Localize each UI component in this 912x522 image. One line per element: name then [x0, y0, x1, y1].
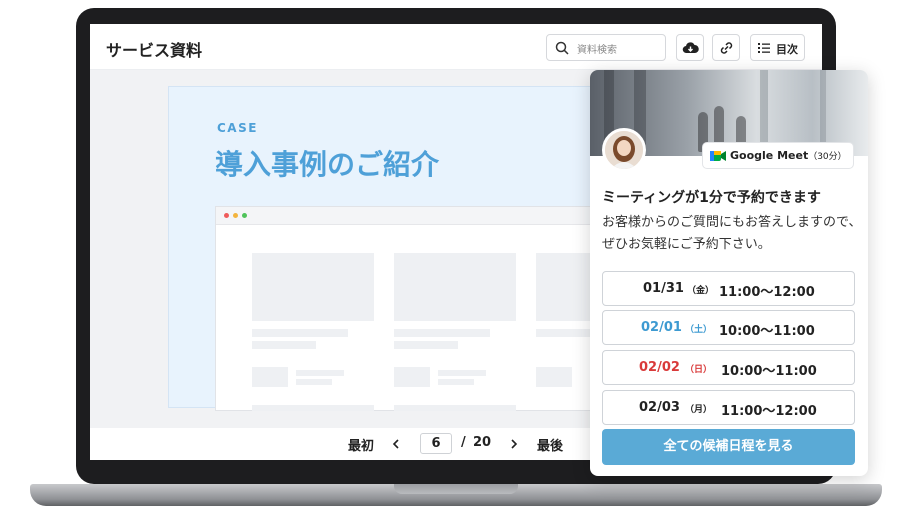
- booking-title: ミーティングが1分で予約できます: [602, 190, 821, 206]
- search-placeholder: 資料検索: [577, 45, 617, 56]
- browser-illustration-bar: [216, 207, 614, 225]
- placeholder-card: [394, 253, 516, 321]
- page-number-input[interactable]: 6: [420, 433, 452, 454]
- slot-date: 02/03: [639, 400, 680, 415]
- placeholder-line: [296, 379, 332, 385]
- slot-date: 02/02: [639, 360, 680, 375]
- slide-eyebrow: CASE: [217, 121, 258, 135]
- first-page-button[interactable]: 最初: [348, 435, 374, 454]
- booking-card: Google Meet（30分） ミーティングが1分で予約できます お客様からの…: [590, 70, 868, 476]
- placeholder-thumb: [536, 367, 572, 387]
- placeholder-line: [394, 341, 458, 349]
- laptop-notch: [394, 484, 518, 494]
- placeholder-card: [252, 253, 374, 321]
- chevron-left-icon[interactable]: [392, 439, 400, 449]
- slot-weekday: （日）: [685, 365, 713, 375]
- slot-time: 11:00〜12:00: [721, 404, 817, 419]
- slot-weekday: （土）: [685, 325, 713, 335]
- page-separator: /: [461, 435, 466, 450]
- placeholder-line: [394, 405, 516, 411]
- copy-link-button[interactable]: [712, 34, 740, 61]
- placeholder-line: [252, 329, 348, 337]
- download-button[interactable]: [676, 34, 704, 61]
- chevron-right-icon[interactable]: [510, 439, 518, 449]
- search-icon: [555, 41, 569, 55]
- slot-date: 01/31: [643, 281, 684, 296]
- slot-weekday: （月）: [685, 405, 713, 415]
- placeholder-line: [296, 370, 344, 376]
- slot-date: 02/01: [641, 320, 682, 335]
- placeholder-line: [252, 405, 374, 411]
- meeting-type-label: Google Meet（30分）: [730, 149, 847, 162]
- time-slot-button[interactable]: 01/31 （金） 11:00〜12:00: [602, 271, 855, 306]
- placeholder-thumb: [394, 367, 430, 387]
- browser-illustration: [215, 206, 616, 411]
- meeting-type-badge: Google Meet（30分）: [702, 142, 854, 169]
- total-pages: 20: [473, 435, 492, 450]
- avatar: [602, 128, 646, 172]
- placeholder-line: [438, 370, 486, 376]
- booking-description: お客様からのご質問にもお答えしますので、ぜひお気軽にご予約下さい。: [602, 215, 862, 252]
- time-slot-button[interactable]: 02/03 （月） 11:00〜12:00: [602, 390, 855, 425]
- link-icon: [720, 42, 733, 54]
- slide-page: CASE 導入事例のご紹介: [168, 86, 638, 411]
- slot-time: 10:00〜11:00: [721, 364, 817, 379]
- view-all-slots-button[interactable]: 全ての候補日程を見る: [602, 429, 855, 465]
- document-title: サービス資料: [106, 41, 203, 60]
- slot-weekday: （金）: [687, 286, 715, 296]
- laptop-mockup: サービス資料 資料検索 目次 CASE 導入事例のご紹介 最初 6 / 20 最…: [0, 0, 912, 522]
- list-icon: [758, 43, 770, 53]
- placeholder-thumb: [252, 367, 288, 387]
- viewer-toolbar: サービス資料 資料検索 目次: [90, 24, 822, 70]
- toc-label: 目次: [776, 43, 798, 56]
- placeholder-line: [252, 341, 316, 349]
- person-avatar-icon: [605, 131, 643, 169]
- search-input[interactable]: 資料検索: [546, 34, 666, 61]
- time-slot-button[interactable]: 02/02 （日） 10:00〜11:00: [602, 350, 855, 385]
- placeholder-line: [438, 379, 474, 385]
- placeholder-line: [394, 329, 490, 337]
- window-dot-green: [242, 213, 247, 218]
- meet-duration: （30分）: [808, 152, 847, 162]
- last-page-button[interactable]: 最後: [537, 435, 563, 454]
- slot-time: 10:00〜11:00: [719, 324, 815, 339]
- time-slot-button[interactable]: 02/01 （土） 10:00〜11:00: [602, 310, 855, 345]
- slide-title: 導入事例のご紹介: [215, 148, 440, 181]
- window-dot-yellow: [233, 213, 238, 218]
- toc-button[interactable]: 目次: [750, 34, 805, 61]
- meet-name: Google Meet: [730, 149, 809, 162]
- google-meet-icon: [710, 151, 726, 161]
- slot-time: 11:00〜12:00: [719, 285, 815, 300]
- window-dot-red: [224, 213, 229, 218]
- download-cloud-icon: [682, 42, 699, 54]
